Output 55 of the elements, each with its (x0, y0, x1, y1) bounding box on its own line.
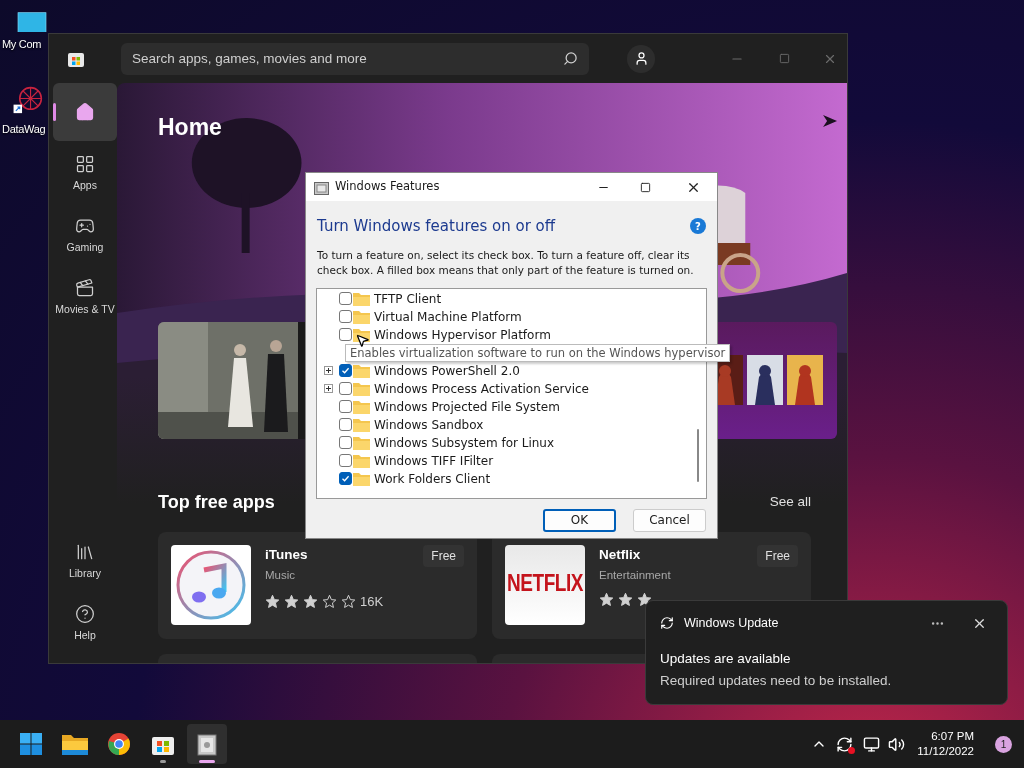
store-logo-icon (68, 50, 84, 67)
star-icon (322, 594, 337, 609)
app-name: iTunes (265, 545, 308, 564)
dialog-button[interactable]: OK (543, 508, 616, 532)
selection-indicator (53, 103, 56, 121)
desktop-icon-label: DataWag (2, 121, 46, 137)
account-button[interactable] (627, 44, 655, 73)
home-icon (75, 102, 95, 122)
app-name: Netflix (599, 545, 641, 564)
network-icon[interactable] (863, 735, 881, 753)
nav-item[interactable]: Help (53, 595, 117, 653)
windows-logo-icon (19, 732, 43, 756)
star-icon (284, 594, 299, 609)
search-icon[interactable] (563, 51, 578, 66)
sync-icon (660, 616, 674, 631)
nav-item[interactable] (53, 83, 117, 141)
monitor-icon[interactable] (17, 12, 47, 32)
app-logo: NETFLIX (505, 544, 585, 625)
star-icon (303, 594, 318, 609)
search-field[interactable]: Search apps, games, movies and more (121, 42, 589, 75)
nav-item[interactable]: Gaming (53, 207, 117, 265)
rating-count: 16K (360, 592, 384, 611)
app-category: Music (265, 567, 297, 583)
star-icon (265, 594, 280, 609)
notification-app: Windows Update (684, 615, 780, 632)
help-icon (75, 604, 95, 625)
account-icon (633, 51, 649, 66)
app-card[interactable]: iTunes Free Music 16K (158, 531, 477, 639)
clapperboard-icon (75, 278, 95, 299)
chrome-icon (107, 732, 131, 756)
taskbar-button[interactable] (187, 724, 227, 764)
date: 11/12/2022 (917, 744, 974, 759)
price-tag: Free (757, 544, 798, 567)
running-indicator (160, 760, 166, 763)
nav-item[interactable]: Apps (53, 145, 117, 203)
desktop-icon-label: My Com (2, 37, 42, 52)
notification-title: Updates are available (660, 649, 792, 668)
running-indicator (199, 760, 215, 763)
nav-item[interactable]: Library (53, 533, 117, 591)
star-icon (599, 591, 614, 607)
volume-icon[interactable] (888, 735, 906, 753)
price-tag: Free (423, 544, 464, 567)
notification-body: Required updates need to be installed. (660, 672, 893, 690)
app-category: Entertainment (599, 567, 672, 583)
star-icon (637, 591, 652, 607)
folder-icon (62, 733, 88, 755)
star-icon (341, 594, 356, 609)
clock[interactable]: 6:07 PM 11/12/2022 (917, 729, 974, 759)
time: 6:07 PM (931, 729, 974, 744)
settings-box-icon (197, 732, 217, 756)
grid-icon (75, 154, 95, 175)
notification-badge[interactable]: 1 (995, 735, 1012, 753)
nav-item[interactable]: Movies & TV (53, 269, 117, 327)
dialog-button[interactable]: Cancel (633, 508, 706, 532)
star-icon (618, 591, 633, 607)
